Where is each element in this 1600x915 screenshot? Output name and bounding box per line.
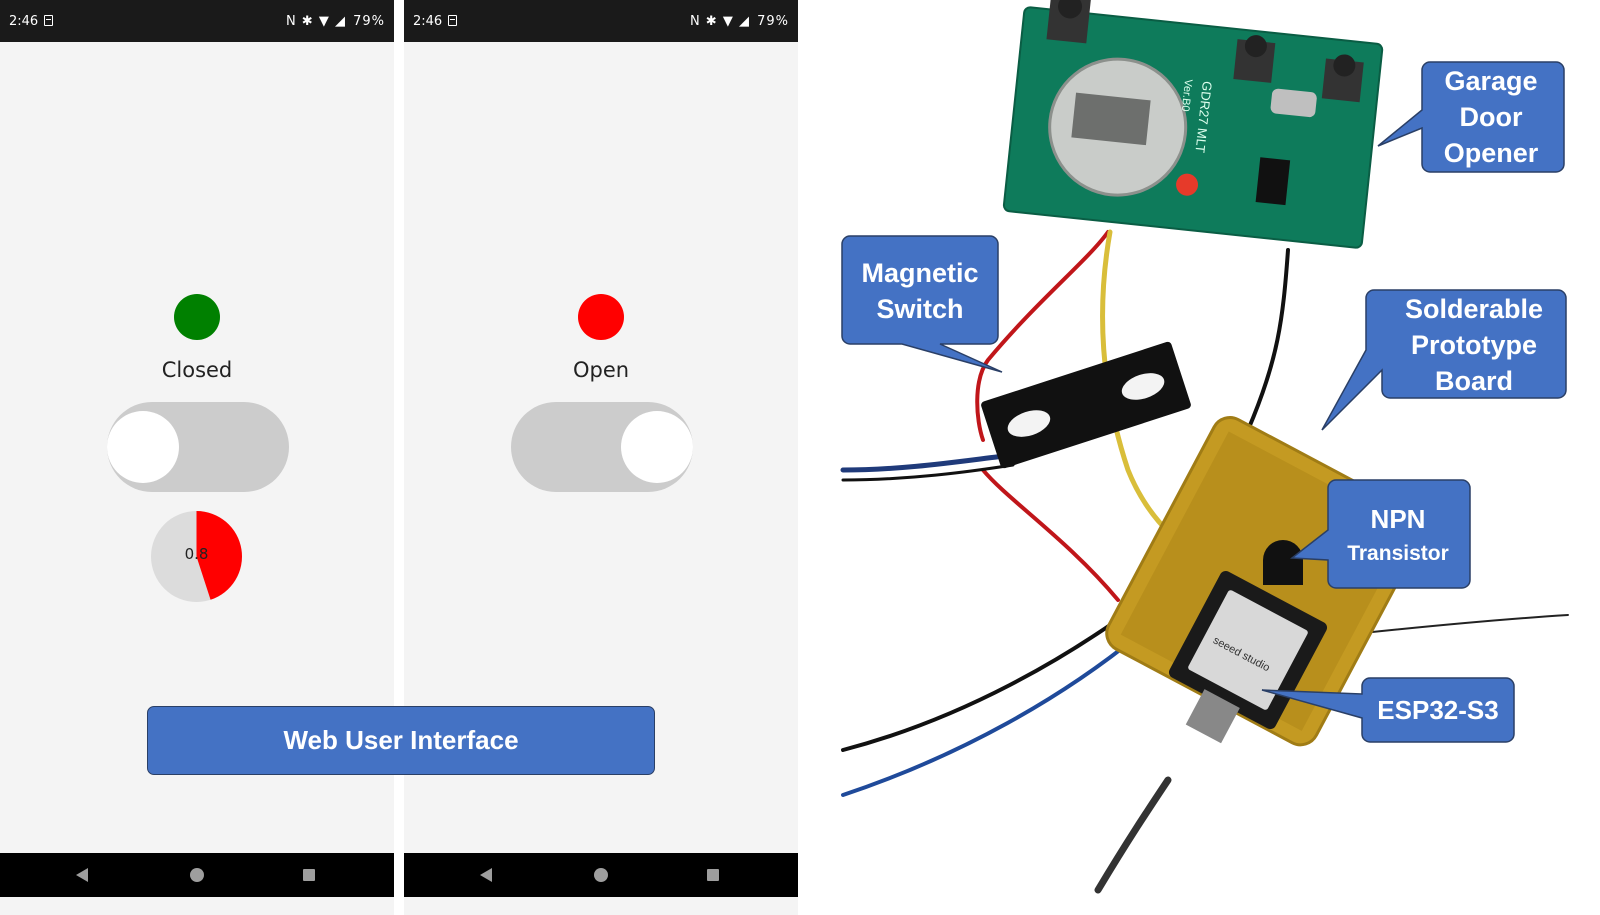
npn-transistor-body bbox=[1263, 540, 1303, 585]
callout-magnetic-switch: Magnetic Switch bbox=[841, 235, 1003, 373]
toggle-knob[interactable] bbox=[107, 411, 179, 483]
phone-screen-open: 2:46 N ✱ ▼ ◢ 79% Open bbox=[404, 0, 798, 915]
notification-icon bbox=[44, 15, 53, 26]
door-status-led bbox=[578, 294, 624, 340]
door-toggle-switch[interactable] bbox=[511, 402, 693, 492]
battery-level: 79% bbox=[353, 14, 385, 29]
back-icon[interactable] bbox=[76, 868, 88, 882]
door-status-led bbox=[174, 294, 220, 340]
phone-screen-closed: 2:46 N ✱ ▼ ◢ 79% Closed 0.8 bbox=[0, 0, 394, 915]
notification-icon bbox=[448, 15, 457, 26]
android-nav-bar bbox=[0, 853, 394, 897]
callout-line: NPN bbox=[1371, 504, 1426, 534]
status-icons: N ✱ ▼ ◢ 79% bbox=[286, 14, 385, 29]
callout-line: ESP32-S3 bbox=[1377, 695, 1498, 725]
status-bar: 2:46 N ✱ ▼ ◢ 79% bbox=[404, 0, 798, 42]
web-user-interface-banner: Web User Interface bbox=[147, 706, 655, 775]
recents-icon[interactable] bbox=[707, 869, 719, 881]
battery-level: 79% bbox=[757, 14, 789, 29]
callout-line: Solderable bbox=[1405, 294, 1543, 324]
signal-icons: N ✱ ▼ ◢ bbox=[689, 14, 750, 29]
callout-line: Board bbox=[1435, 366, 1513, 396]
door-toggle-switch[interactable] bbox=[107, 402, 289, 492]
red-wire-bottom bbox=[981, 468, 1120, 602]
callout-line: Magnetic bbox=[861, 258, 978, 288]
hardware-photo: GDR27 MLT Ver.B0 seeed studio Garage Doo… bbox=[840, 0, 1569, 894]
callout-line: Opener bbox=[1444, 138, 1539, 168]
recents-icon[interactable] bbox=[303, 869, 315, 881]
door-state-label: Closed bbox=[161, 358, 233, 382]
home-icon[interactable] bbox=[190, 868, 204, 882]
callout-solderable-board: Solderable Prototype Board bbox=[1321, 289, 1567, 431]
callout-garage-door-opener: Garage Door Opener bbox=[1377, 61, 1565, 173]
magnetic-switch-body bbox=[981, 341, 1191, 469]
door-state-label: Open bbox=[572, 358, 630, 382]
gauge-value: 0.8 bbox=[184, 545, 209, 563]
callout-line: Garage bbox=[1444, 66, 1537, 96]
status-bar: 2:46 N ✱ ▼ ◢ 79% bbox=[0, 0, 394, 42]
signal-icons: N ✱ ▼ ◢ bbox=[285, 14, 346, 29]
back-icon[interactable] bbox=[480, 868, 492, 882]
status-time: 2:46 bbox=[413, 14, 443, 29]
callout-line: Door bbox=[1460, 102, 1523, 132]
status-time: 2:46 bbox=[9, 14, 39, 29]
android-nav-bar bbox=[404, 853, 798, 897]
usb-cable bbox=[1094, 776, 1172, 894]
garage-door-opener-pcb: GDR27 MLT Ver.B0 bbox=[1002, 0, 1384, 249]
callout-line: Transistor bbox=[1347, 542, 1449, 565]
callout-line: Switch bbox=[876, 294, 963, 324]
home-icon[interactable] bbox=[594, 868, 608, 882]
callout-line: Prototype bbox=[1411, 330, 1537, 360]
black-wire-upper bbox=[1246, 248, 1290, 432]
status-icons: N ✱ ▼ ◢ 79% bbox=[690, 14, 789, 29]
toggle-knob[interactable] bbox=[621, 411, 693, 483]
